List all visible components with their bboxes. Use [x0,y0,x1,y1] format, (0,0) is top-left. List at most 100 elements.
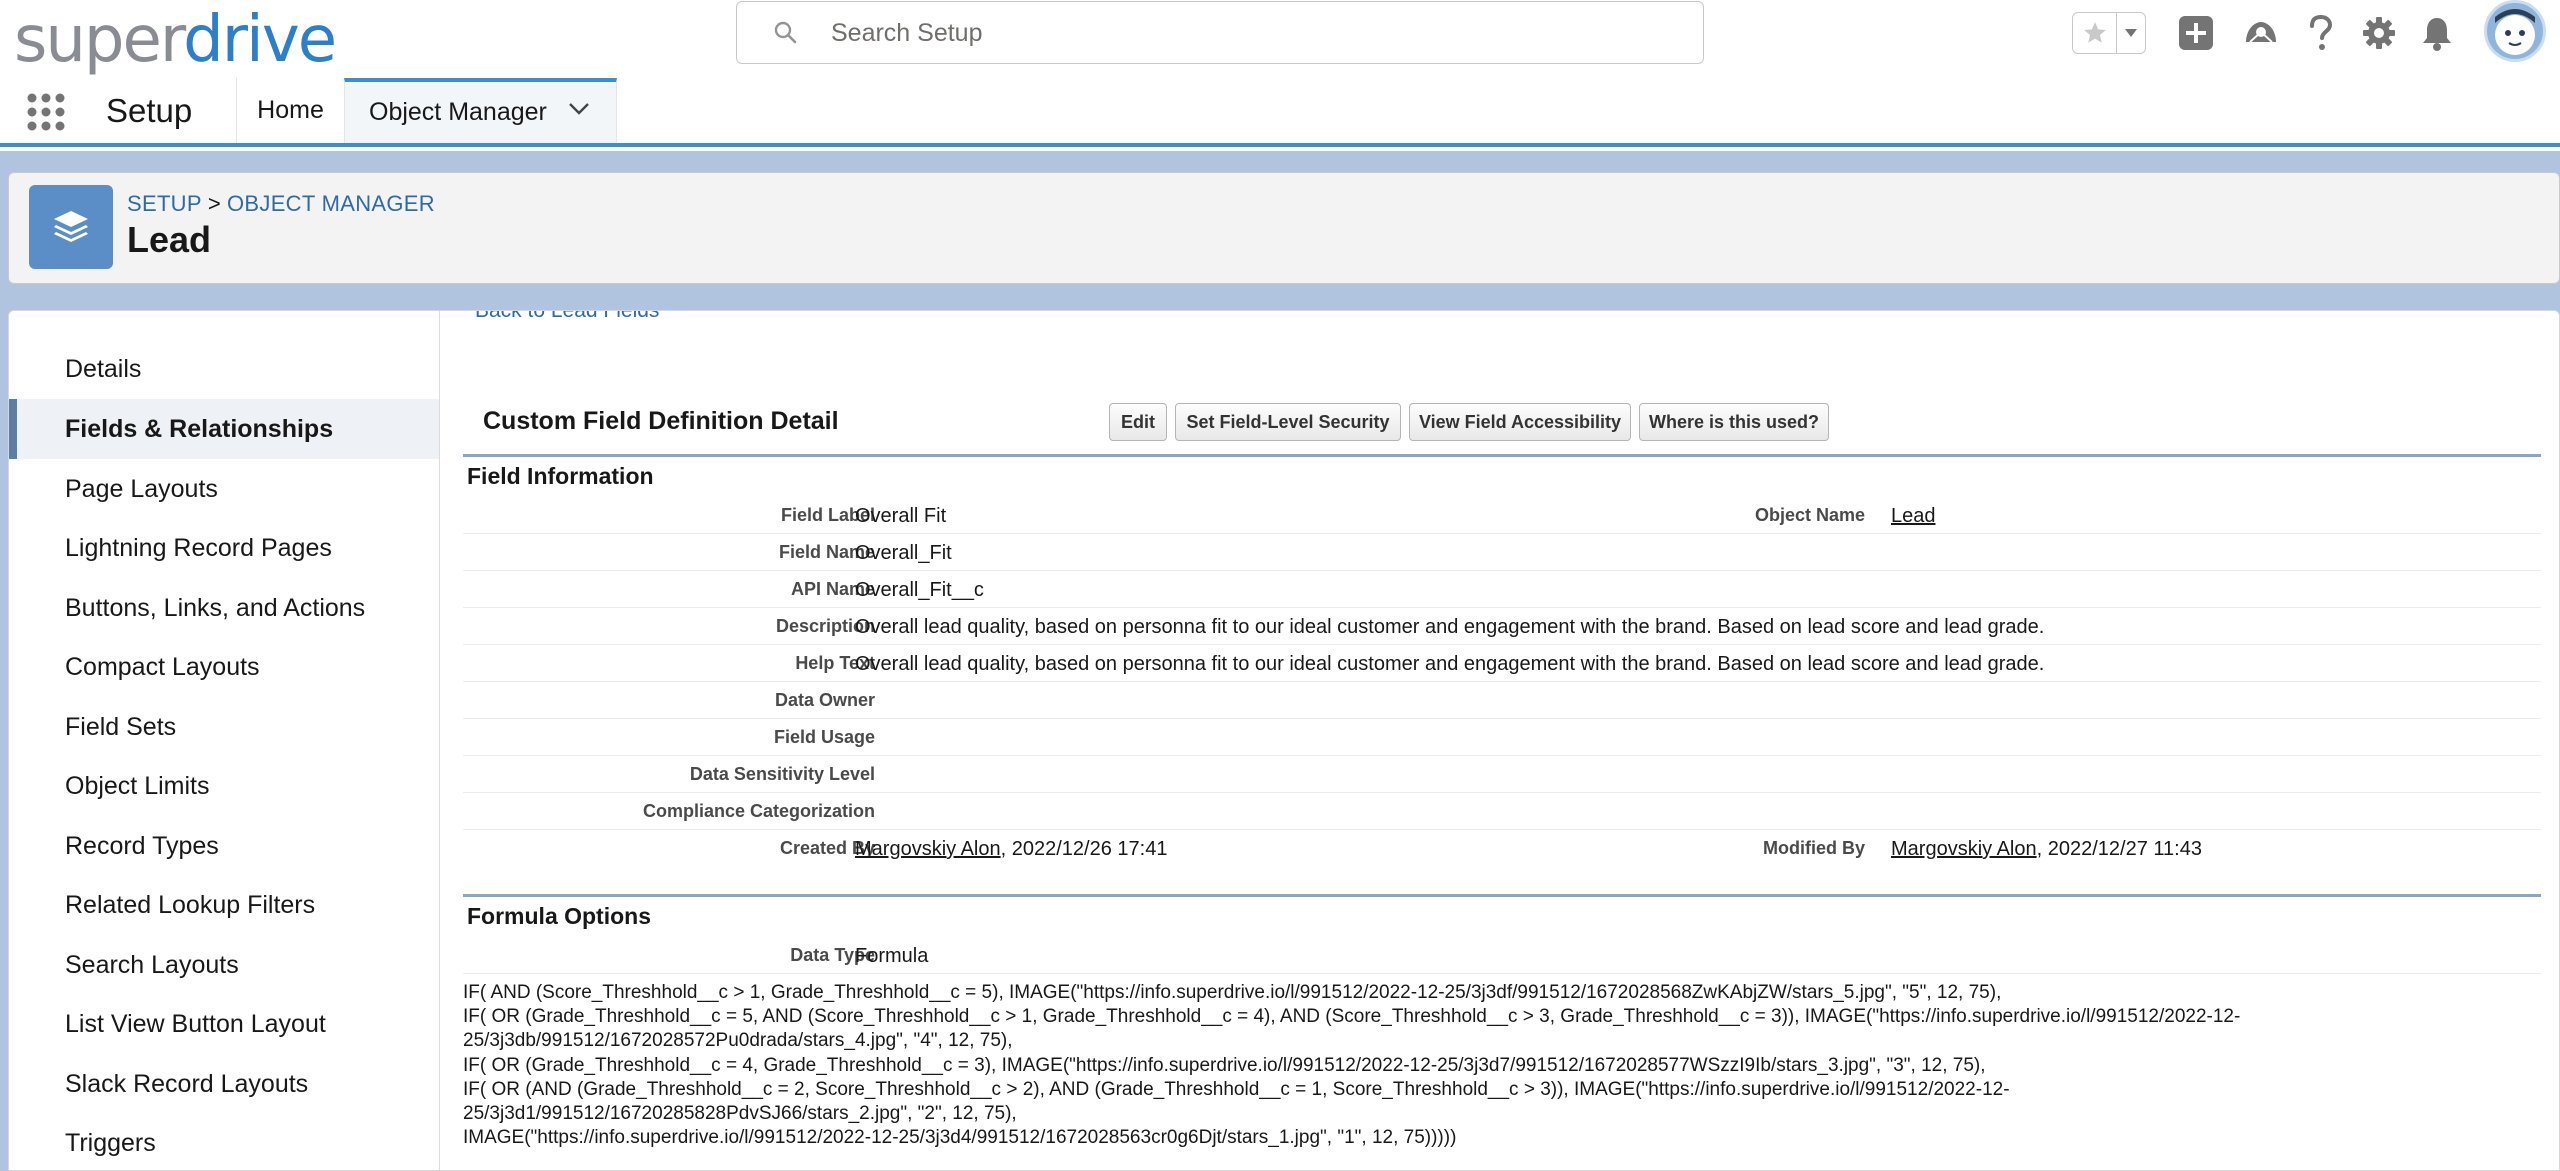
help-text-value: Overall lead quality, based on personna … [855,653,2045,675]
breadcrumb: SETUP > OBJECT MANAGER [127,191,435,217]
where-is-this-used-button[interactable]: Where is this used? [1639,403,1829,441]
sidebar-item-label: Details [65,354,142,383]
field-row-data-type: Data Type Formula [463,937,2541,974]
search-icon [774,21,797,44]
created-by-user-link[interactable]: Margovskiy Alon [855,838,1001,860]
sidebar-item-record-types[interactable]: Record Types [9,816,439,876]
user-avatar-icon [2495,9,2535,55]
tab-object-manager[interactable]: Object Manager [344,78,617,143]
sidebar-item-label: Buttons, Links, and Actions [65,593,366,622]
sidebar-item-label: Compact Layouts [65,652,260,681]
sidebar-item-label: Related Lookup Filters [65,890,316,919]
tab-object-manager-label: Object Manager [369,98,547,126]
field-name-value: Overall_Fit [855,542,952,564]
global-header: superdrive [0,0,2560,78]
object-manager-icon [29,185,113,269]
superdrive-logo[interactable]: superdrive [14,2,337,72]
sidebar-item-label: Object Limits [65,771,210,800]
sidebar-item-fields-relationships[interactable]: Fields & Relationships [9,399,439,459]
sidebar-item-buttons-links-actions[interactable]: Buttons, Links, and Actions [9,578,439,638]
notifications-button[interactable] [2414,10,2460,56]
sidebar-item-label: Search Layouts [65,950,239,979]
modified-by-user-link[interactable]: Margovskiy Alon [1891,838,2037,860]
sidebar-item-lightning-record-pages[interactable]: Lightning Record Pages [9,518,439,578]
field-row-data-sensitivity: Data Sensitivity Level [463,756,2541,793]
tab-home-label: Home [257,96,324,124]
formula-line: IF( AND (Score_Threshhold__c > 1, Grade_… [463,982,2002,1003]
object-page-header: SETUP > OBJECT MANAGER Lead [8,172,2560,284]
object-sidebar: Details Fields & Relationships Page Layo… [9,311,440,1170]
favorite-star-button[interactable] [2073,13,2117,53]
sidebar-item-related-lookup-filters[interactable]: Related Lookup Filters [9,875,439,935]
field-row-data-owner: Data Owner [463,682,2541,719]
sidebar-item-label: Fields & Relationships [65,414,334,443]
sidebar-item-search-layouts[interactable]: Search Layouts [9,935,439,995]
sidebar-item-page-layouts[interactable]: Page Layouts [9,459,439,519]
field-row-field-usage: Field Usage [463,719,2541,756]
modified-by-value: Margovskiy Alon, 2022/12/27 11:43 [1891,838,2202,861]
sidebar-item-label: Slack Record Layouts [65,1069,309,1098]
field-label-value: Overall Fit [855,505,947,527]
view-field-accessibility-button[interactable]: View Field Accessibility [1409,403,1631,441]
set-field-level-security-button[interactable]: Set Field-Level Security [1175,403,1401,441]
global-actions-button[interactable] [2173,10,2219,56]
app-launcher-icon[interactable] [26,92,66,132]
formula-text: IF( AND (Score_Threshhold__c > 1, Grade_… [463,981,2541,1150]
formula-line: IF( OR (Grade_Threshhold__c = 5, AND (Sc… [463,1006,2241,1028]
breadcrumb-object-manager[interactable]: OBJECT MANAGER [227,191,435,216]
field-usage-label: Field Usage [773,727,875,747]
tab-home[interactable]: Home [236,78,344,143]
modified-by-label: Modified By [1763,838,1865,858]
modified-by-date: , 2022/12/27 11:43 [2036,838,2202,860]
section-divider [463,454,2541,457]
sidebar-item-compact-layouts[interactable]: Compact Layouts [9,637,439,697]
sidebar-item-list-view-button-layout[interactable]: List View Button Layout [9,994,439,1054]
trailhead-icon [2246,22,2276,43]
logo-text-drive: drive [183,3,337,77]
formula-line: IF( OR (Grade_Threshhold__c = 4, Grade_T… [463,1054,1986,1076]
back-to-lead-fields-link[interactable]: Back to Lead Fields [475,311,659,323]
settings-gear-icon [2363,17,2395,49]
field-row-field-label: Field Label Overall Fit Object Name Lead [463,497,2541,534]
sidebar-item-triggers[interactable]: Triggers [9,1113,439,1170]
sidebar-item-slack-record-layouts[interactable]: Slack Record Layouts [9,1054,439,1114]
sidebar-item-label: Lightning Record Pages [65,533,332,562]
sidebar-item-label: Triggers [65,1128,156,1157]
notification-bell-icon [2423,18,2451,51]
avatar[interactable] [2484,0,2546,62]
search-input[interactable] [831,14,1691,52]
object-detail-panel: Details Fields & Relationships Page Layo… [8,310,2560,1171]
trailhead-button[interactable] [2238,10,2284,56]
field-row-compliance: Compliance Categorization [463,793,2541,830]
breadcrumb-setup[interactable]: SETUP [127,191,202,216]
formula-options-heading: Formula Options [467,903,651,929]
favorites-control [2072,12,2146,54]
field-information-heading: Field Information [467,463,654,489]
field-detail-content: Back to Lead Fields Custom Field Definit… [441,311,2559,1170]
object-name-label: Object Name [1754,505,1865,525]
help-button[interactable] [2298,10,2344,56]
favorite-star-icon [2083,22,2106,43]
sidebar-item-field-sets[interactable]: Field Sets [9,697,439,757]
favorites-list-button[interactable] [2117,13,2145,53]
data-sensitivity-label: Data Sensitivity Level [689,764,875,784]
search-box[interactable] [736,1,1704,64]
sidebar-item-object-limits[interactable]: Object Limits [9,756,439,816]
edit-button[interactable]: Edit [1109,403,1167,441]
setup-button[interactable] [2356,10,2402,56]
detail-title: Custom Field Definition Detail [483,407,839,435]
sidebar-item-label: Page Layouts [65,474,218,503]
object-name-link[interactable]: Lead [1891,505,1936,528]
description-value: Overall lead quality, based on personna … [855,616,2045,638]
formula-line: 25/3j3db/991512/1672028572Pu0drada/stars… [463,1030,1013,1052]
app-name: Setup [106,92,193,129]
api-name-value: Overall_Fit__c [855,579,984,601]
sidebar-item-label: Field Sets [65,712,177,741]
chevron-down-icon[interactable] [568,102,590,116]
data-owner-label: Data Owner [774,690,875,710]
sidebar-item-details[interactable]: Details [9,339,439,399]
field-row-help-text: Help Text Overall lead quality, based on… [463,645,2541,682]
layers-icon [54,211,88,242]
created-by-date: , 2022/12/26 17:41 [1000,838,1168,860]
field-row-created-modified: Created By Margovskiy Alon, 2022/12/26 1… [463,830,2541,867]
